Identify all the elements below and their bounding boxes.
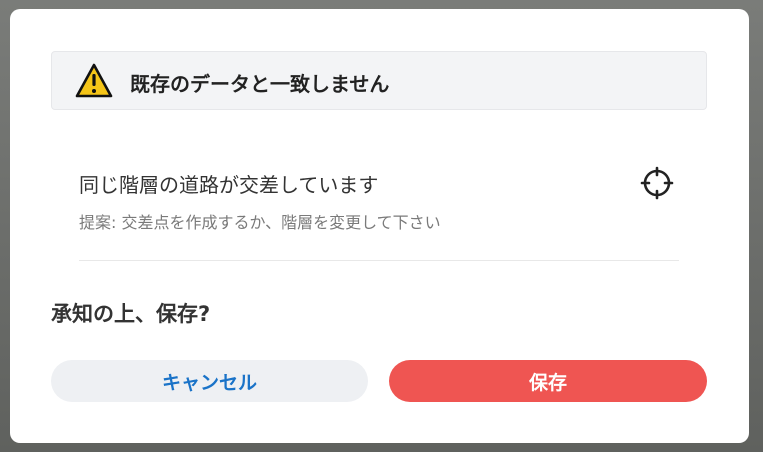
save-confirmation-dialog: 既存のデータと一致しません 同じ階層の道路が交差しています 提案: 交差点を作成… bbox=[10, 9, 749, 443]
divider bbox=[79, 260, 679, 261]
crosshair-locate-icon[interactable] bbox=[640, 166, 674, 200]
confirm-question: 承知の上、保存? bbox=[51, 302, 211, 326]
cancel-button[interactable]: キャンセル bbox=[51, 360, 368, 402]
warning-triangle-icon bbox=[75, 63, 113, 98]
warning-banner: 既存のデータと一致しません bbox=[51, 51, 707, 110]
save-button[interactable]: 保存 bbox=[389, 360, 707, 402]
issue-suggestion: 提案: 交差点を作成するか、階層を変更して下さい bbox=[79, 213, 441, 232]
issue-title: 同じ階層の道路が交差しています bbox=[79, 173, 379, 197]
warning-title: 既存のデータと一致しません bbox=[130, 72, 390, 96]
